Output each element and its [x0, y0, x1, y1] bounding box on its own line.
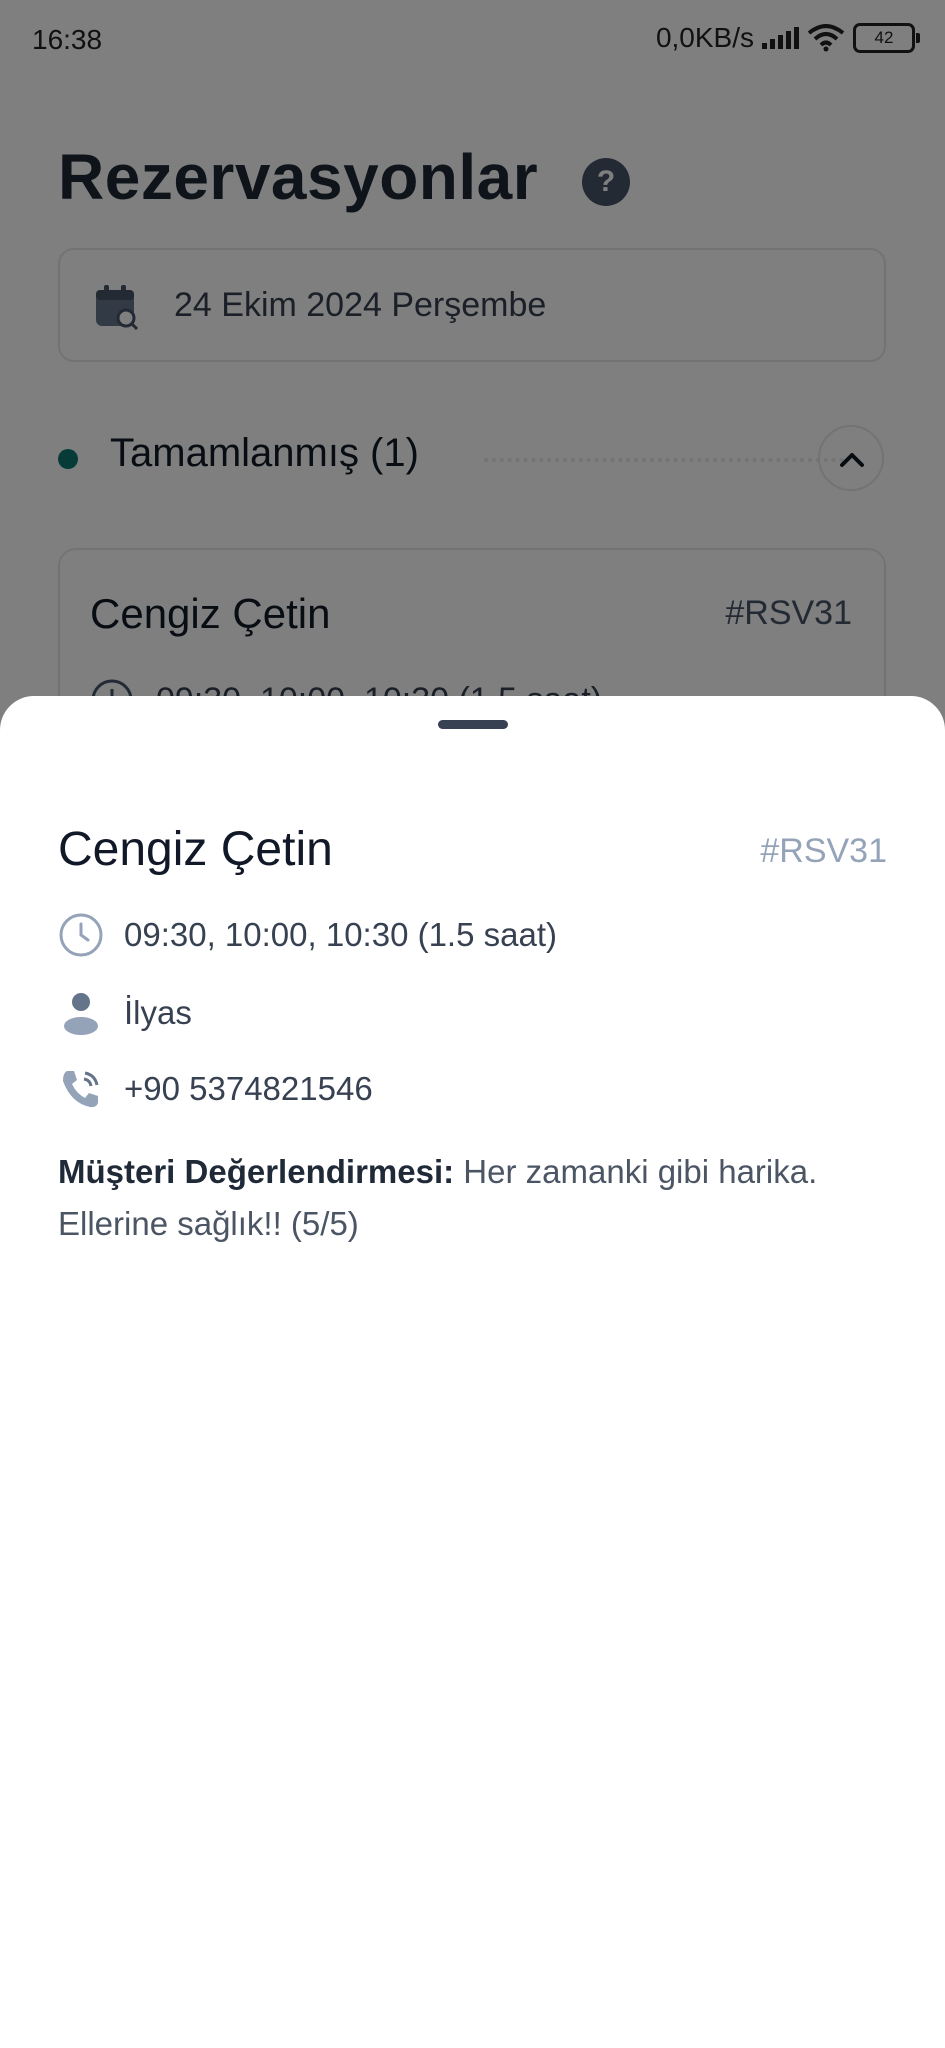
staff-name: İlyas	[124, 994, 192, 1031]
customer-name: Cengiz Çetin	[58, 823, 333, 876]
clock-icon	[58, 912, 104, 958]
reservation-detail-sheet: Cengiz Çetin #RSV31 09:30, 10:00, 10:30 …	[0, 696, 945, 2048]
drag-handle[interactable]	[438, 720, 508, 729]
phone-icon	[58, 1066, 104, 1112]
phone-number: +90 5374821546	[124, 1070, 373, 1107]
staff-row: İlyas	[58, 990, 192, 1036]
rating-label: Müşteri Değerlendirmesi:	[58, 1153, 455, 1190]
phone-row[interactable]: +90 5374821546	[58, 1066, 373, 1112]
reservation-id: #RSV31	[760, 832, 887, 870]
time-row: 09:30, 10:00, 10:30 (1.5 saat)	[58, 912, 557, 958]
time-text: 09:30, 10:00, 10:30 (1.5 saat)	[124, 916, 557, 953]
customer-rating: Müşteri Değerlendirmesi: Her zamanki gib…	[58, 1146, 888, 1250]
person-icon	[58, 990, 104, 1036]
